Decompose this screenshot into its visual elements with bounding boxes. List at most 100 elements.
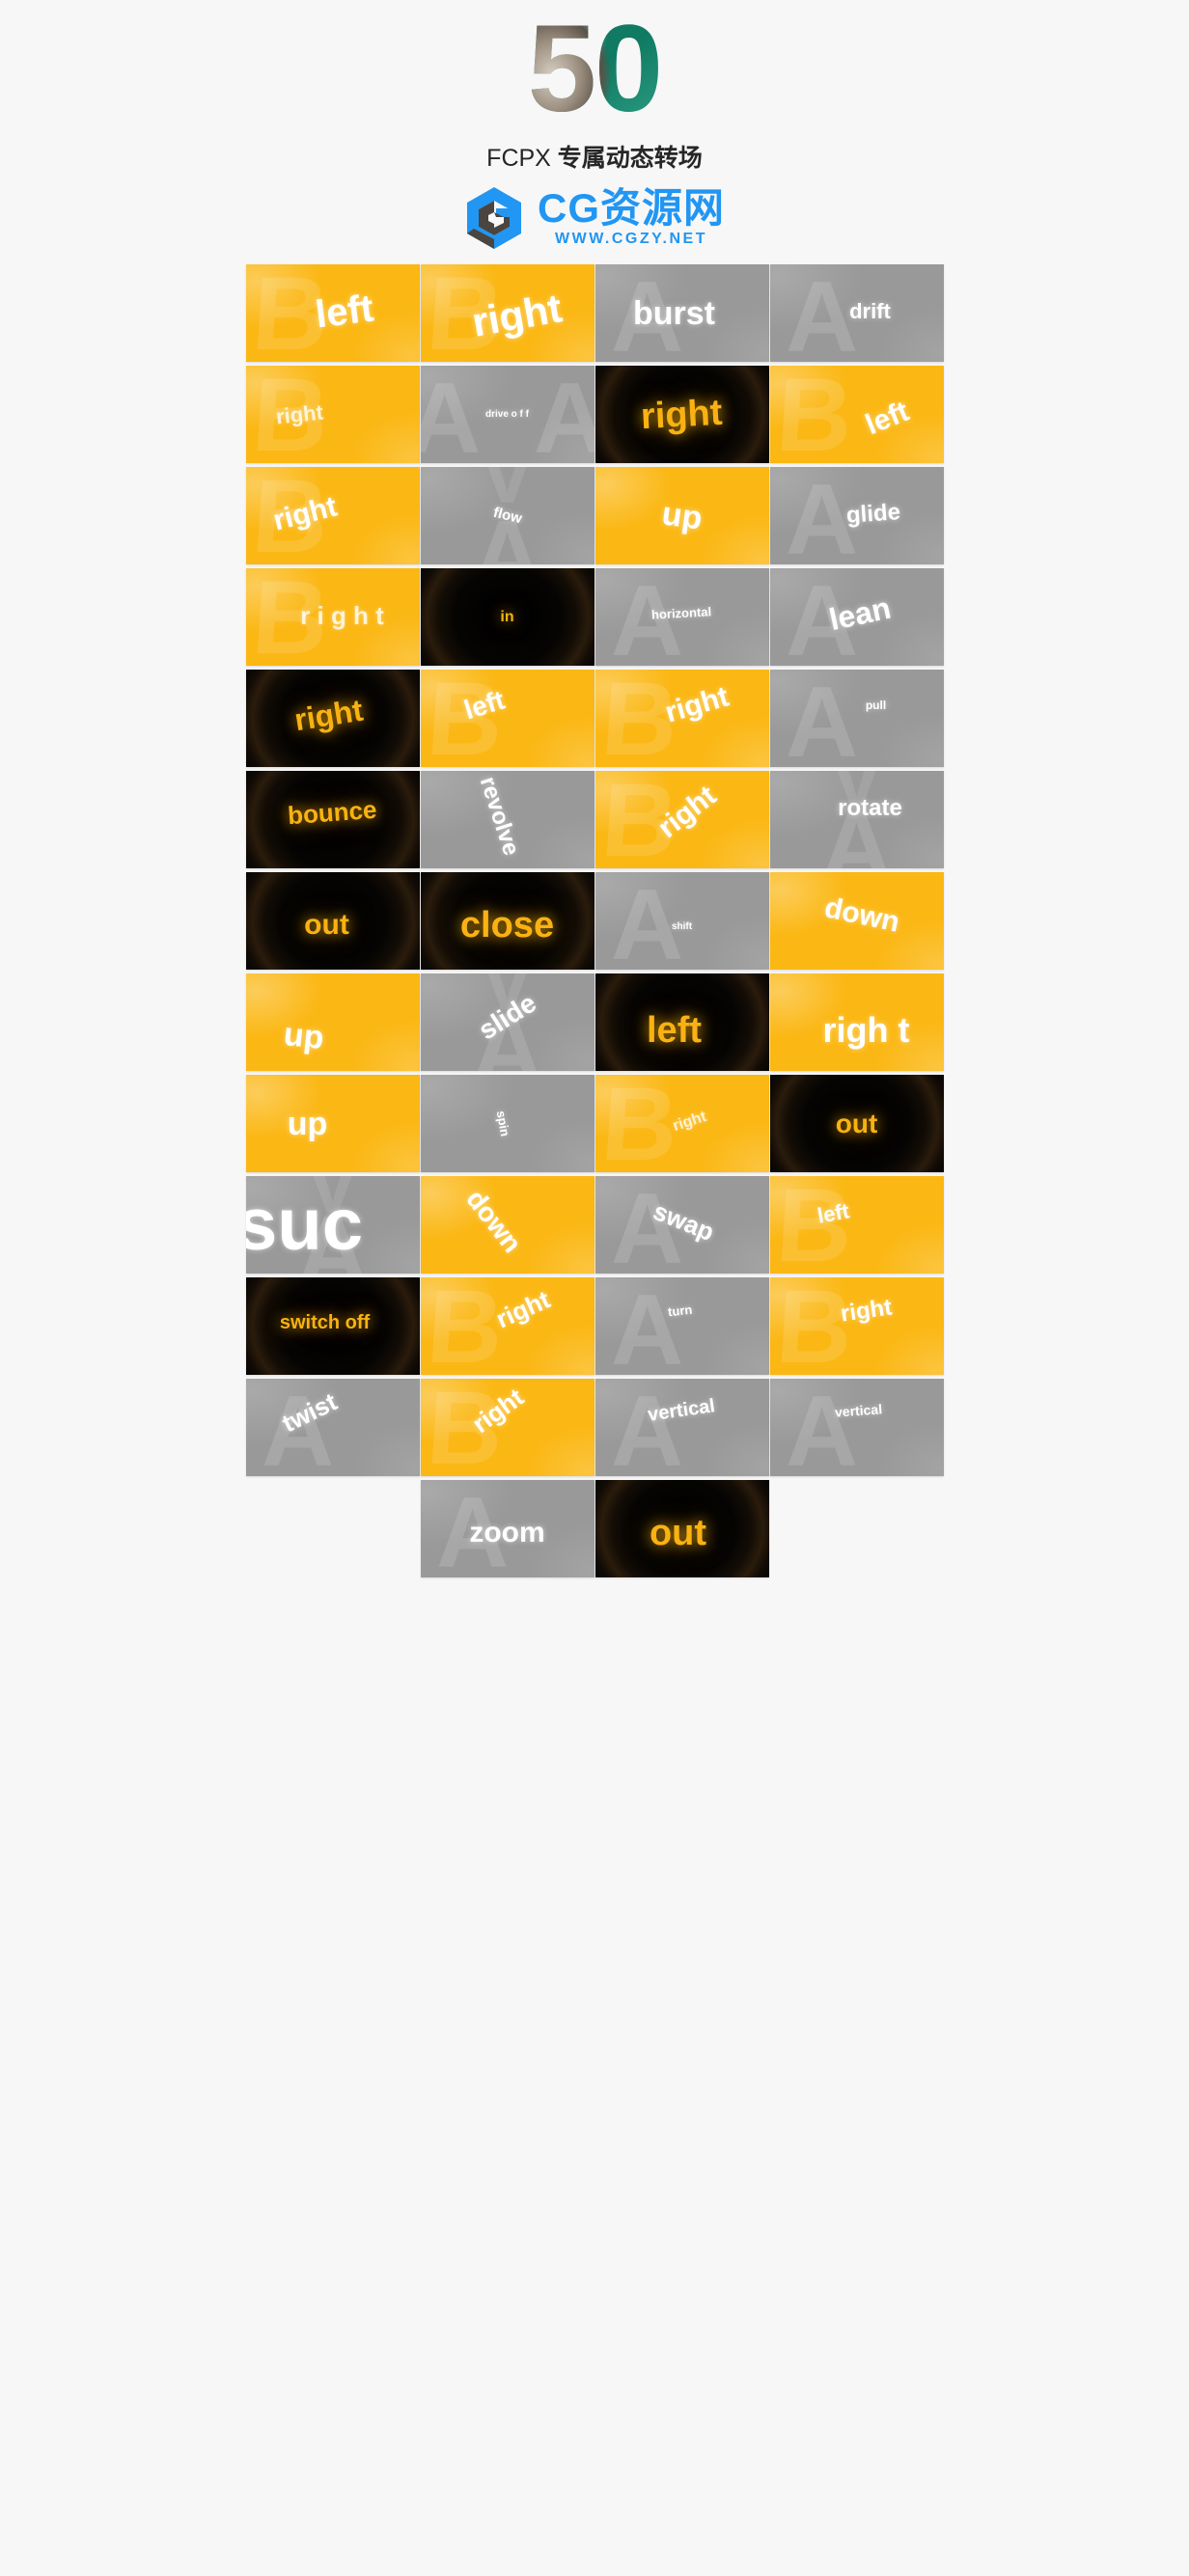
transition-name-label: turn (667, 1302, 693, 1320)
watermark-letter-a: A (785, 1379, 859, 1476)
transition-thumbnail[interactable]: out (594, 1480, 769, 1577)
transition-thumbnail[interactable]: Bright (245, 467, 420, 564)
transition-thumbnail[interactable]: Aglide (769, 467, 944, 564)
transition-name-label: left (647, 1009, 702, 1051)
transition-name-label: right (670, 1108, 708, 1135)
transition-thumbnail[interactable]: Adrift (769, 264, 944, 362)
page-title: FCPX 专属动态转场 (486, 139, 703, 174)
watermark-letter-b: B (773, 366, 857, 463)
transition-name-label: vertical (647, 1394, 717, 1426)
transition-thumbnail[interactable]: Bright (594, 670, 769, 767)
transition-thumbnail[interactable]: A Adrive o f f (420, 366, 594, 463)
transition-thumbnail[interactable]: out (769, 1075, 944, 1172)
transition-thumbnail[interactable]: Ahorizontal (594, 568, 769, 666)
transition-name-label: burst (633, 294, 715, 332)
transition-thumbnail[interactable]: Bright (245, 366, 420, 463)
watermark-letter-b: B (424, 670, 508, 767)
transition-thumbnail[interactable]: Atwist (245, 1379, 420, 1476)
transition-name-label: slide (472, 987, 541, 1046)
transition-thumbnail[interactable]: Bright (594, 771, 769, 868)
transition-thumbnail[interactable]: Ashift (594, 872, 769, 970)
watermark-letter-a: A (610, 1379, 684, 1476)
transition-thumbnail[interactable]: right (594, 366, 769, 463)
transition-thumbnail[interactable]: Aburst (594, 264, 769, 362)
transition-name-label: right (491, 1284, 554, 1333)
page-title-cn: 专属动态转场 (557, 145, 703, 172)
transition-name-label: down (460, 1183, 528, 1258)
transition-name-label: right (839, 1293, 894, 1328)
transition-name-label: horizontal (651, 604, 712, 622)
watermark-letter-a: A (533, 366, 594, 463)
watermark-letter-a: A (610, 1277, 684, 1375)
transition-thumbnail[interactable]: V Asuc (245, 1176, 420, 1274)
transition-name-label: drive o f f (484, 408, 529, 420)
transition-thumbnail[interactable]: V Aflow (420, 467, 594, 564)
transition-thumbnail[interactable]: Br i g h t (245, 568, 420, 666)
watermark-letter-b: B (773, 1176, 857, 1274)
transition-thumbnail[interactable]: up (594, 467, 769, 564)
transition-name-label: revolve (475, 773, 525, 859)
logo-url: WWW.CGZY.NET (555, 231, 707, 247)
transition-name-label: out (835, 1108, 878, 1138)
transition-name-label: vertical (834, 1400, 883, 1420)
transition-name-label: down (821, 891, 903, 939)
transition-name-label: drift (849, 298, 891, 323)
watermark-letter-a: A (420, 366, 482, 463)
transition-thumbnail[interactable]: Azoom (420, 1480, 594, 1577)
logo-text-group: CG资源网 WWW.CGZY.NET (538, 188, 725, 248)
transition-thumbnail[interactable]: down (420, 1176, 594, 1274)
transition-thumbnail[interactable]: Avertical (769, 1379, 944, 1476)
transition-thumbnail[interactable]: up (245, 973, 420, 1071)
transition-thumbnail[interactable]: V Arotate (769, 771, 944, 868)
transition-thumbnail[interactable]: in (420, 568, 594, 666)
transition-name-label: bounce (287, 794, 378, 830)
transition-thumbnail[interactable]: switch off (245, 1277, 420, 1375)
transition-thumbnail[interactable]: close (420, 872, 594, 970)
transition-thumbnail[interactable]: out (245, 872, 420, 970)
transition-thumbnail[interactable]: Avertical (594, 1379, 769, 1476)
transition-name-label: right (651, 779, 723, 844)
transition-thumbnail[interactable]: Aturn (594, 1277, 769, 1375)
transition-thumbnail[interactable]: V Aslide (420, 973, 594, 1071)
transition-name-label: left (313, 287, 375, 336)
transition-thumbnail[interactable]: bounce (245, 771, 420, 868)
transition-thumbnail[interactable]: Bright (420, 264, 594, 362)
transition-name-label: rotate (838, 794, 902, 821)
transition-name-label: shift (671, 920, 693, 932)
transition-thumbnail[interactable]: Apull (769, 670, 944, 767)
transition-thumbnail[interactable]: Alean (769, 568, 944, 666)
transition-thumbnail[interactable]: Bright (420, 1277, 594, 1375)
transition-name-label: pull (865, 698, 887, 712)
hero-number: 50 (527, 0, 662, 138)
transition-thumbnail[interactable]: Bright (594, 1075, 769, 1172)
transition-thumbnail[interactable]: righ t (769, 973, 944, 1071)
transition-name-label: right (661, 679, 733, 729)
watermark-letter-b: B (424, 1277, 508, 1375)
transition-name-label: in (500, 608, 514, 625)
bottom-spacer (0, 1587, 1189, 1599)
transition-name-label: flow (490, 504, 524, 528)
grid-cell-empty (245, 1480, 420, 1577)
transition-thumbnail[interactable]: up (245, 1075, 420, 1172)
transition-thumbnail[interactable]: left (594, 973, 769, 1071)
transition-thumbnail[interactable]: down (769, 872, 944, 970)
site-logo[interactable]: CG资源网 WWW.CGZY.NET (464, 185, 725, 251)
watermark-letter-a: A (785, 264, 859, 362)
transition-thumbnail[interactable]: Bleft (769, 366, 944, 463)
transition-thumbnail[interactable]: Aswap (594, 1176, 769, 1274)
transition-thumbnail[interactable]: right (245, 670, 420, 767)
page-title-latin: FCPX (486, 145, 558, 172)
transition-name-label: up (659, 494, 705, 537)
transition-name-label: out (304, 908, 349, 941)
transition-thumbnail[interactable]: Bright (420, 1379, 594, 1476)
watermark-letter-b: B (598, 1075, 682, 1172)
transition-thumbnail[interactable]: Bright (769, 1277, 944, 1375)
transition-thumbnail[interactable]: spin (420, 1075, 594, 1172)
transition-thumbnail[interactable]: Bleft (420, 670, 594, 767)
transition-name-label: right (466, 1382, 529, 1439)
transition-thumbnail[interactable]: Bleft (769, 1176, 944, 1274)
transition-thumbnail[interactable]: Bleft (245, 264, 420, 362)
transition-thumbnail[interactable]: revolve (420, 771, 594, 868)
transition-name-label: up (287, 1105, 328, 1142)
transition-name-label: right (640, 392, 724, 437)
